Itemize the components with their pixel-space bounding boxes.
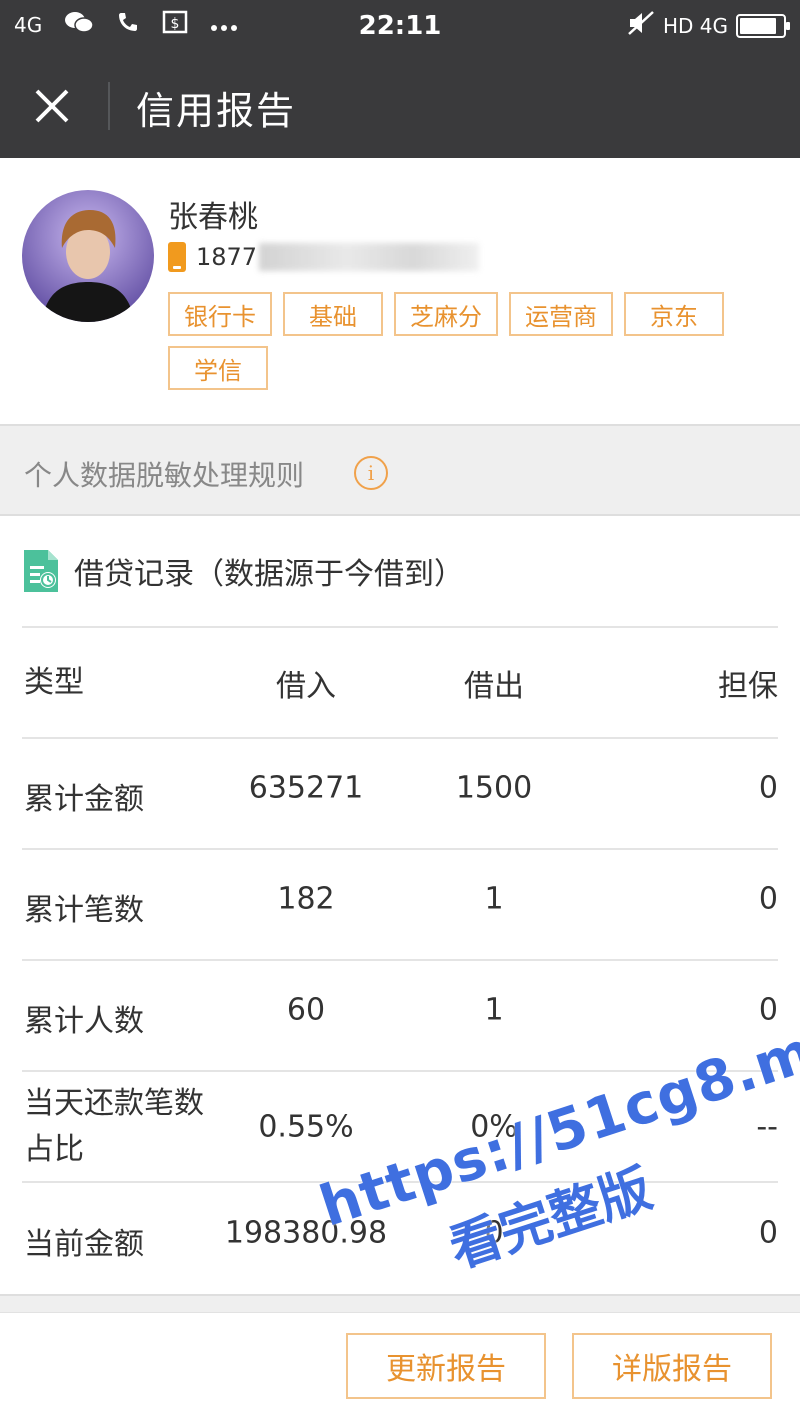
header-lend-out: 借出 bbox=[464, 668, 524, 704]
cell-guarantee: -- bbox=[756, 1109, 778, 1144]
phone-redacted bbox=[259, 243, 480, 271]
row-label: 累计金额 bbox=[24, 782, 144, 818]
close-icon bbox=[35, 89, 69, 123]
table-row: 当前金额 198380.98 0 0 bbox=[22, 1183, 778, 1294]
tag-education[interactable]: 学信 bbox=[168, 346, 268, 390]
tag-sesame-score[interactable]: 芝麻分 bbox=[394, 292, 498, 336]
table-row: 当天还款笔数占比 0.55% 0% -- bbox=[22, 1072, 778, 1183]
cell-guarantee: 0 bbox=[758, 770, 778, 806]
cell-lend-out: 0% bbox=[470, 1109, 518, 1144]
profile-card: 张春桃 1877 银行卡 基础 芝麻分 运营商 京东 学信 bbox=[0, 158, 800, 424]
cell-lend-out: 0 bbox=[484, 1215, 504, 1251]
row-label: 累计笔数 bbox=[24, 893, 144, 929]
cell-borrow-in: 60 bbox=[286, 992, 326, 1028]
tag-jd[interactable]: 京东 bbox=[624, 292, 724, 336]
bottom-separator bbox=[0, 1294, 800, 1312]
header-borrow-in: 借入 bbox=[276, 668, 336, 704]
nav-bar: 信用报告 bbox=[0, 52, 800, 158]
cell-lend-out: 1500 bbox=[455, 770, 533, 806]
nav-divider bbox=[108, 82, 110, 130]
tag-carrier[interactable]: 运营商 bbox=[509, 292, 613, 336]
user-name: 张春桃 bbox=[168, 200, 258, 235]
tag-list: 银行卡 基础 芝麻分 运营商 京东 学信 bbox=[168, 292, 728, 390]
privacy-rule-label: 个人数据脱敏处理规则 bbox=[24, 459, 305, 492]
table-row: 累计金额 635271 1500 0 bbox=[22, 739, 778, 850]
update-report-button[interactable]: 更新报告 bbox=[346, 1333, 546, 1399]
cell-lend-out: 1 bbox=[484, 881, 504, 917]
row-label: 当天还款笔数占比 bbox=[24, 1085, 204, 1167]
row-label: 当前金额 bbox=[24, 1227, 144, 1263]
page-title: 信用报告 bbox=[136, 89, 297, 133]
cell-guarantee: 0 bbox=[758, 881, 778, 917]
privacy-rule-bar[interactable]: 个人数据脱敏处理规则 i bbox=[0, 424, 800, 516]
cell-borrow-in: 182 bbox=[277, 881, 335, 917]
battery-icon bbox=[736, 13, 790, 38]
table-header: 类型 借入 借出 担保 bbox=[22, 628, 778, 739]
info-icon[interactable]: i bbox=[354, 456, 388, 490]
row-label: 累计人数 bbox=[24, 1004, 144, 1040]
document-clock-icon bbox=[24, 550, 58, 592]
phone-icon bbox=[168, 242, 186, 272]
cell-borrow-in: 0.55% bbox=[258, 1109, 354, 1144]
phone-row: 1877 bbox=[168, 242, 480, 272]
cell-borrow-in: 198380.98 bbox=[224, 1215, 388, 1251]
tag-bank-card[interactable]: 银行卡 bbox=[168, 292, 272, 336]
loan-records-section: 借贷记录（数据源于今借到） 类型 借入 借出 担保 累计金额 635271 15… bbox=[0, 516, 800, 1294]
bottom-action-bar: 更新报告 详版报告 bbox=[0, 1312, 800, 1422]
status-bar: 4G $ 22:11 HD 4G bbox=[0, 0, 800, 52]
section-header: 借贷记录（数据源于今借到） bbox=[22, 548, 464, 594]
detail-report-button[interactable]: 详版报告 bbox=[572, 1333, 772, 1399]
table-row: 累计笔数 182 1 0 bbox=[22, 850, 778, 961]
cell-lend-out: 1 bbox=[484, 992, 504, 1028]
table-row: 累计人数 60 1 0 bbox=[22, 961, 778, 1072]
avatar bbox=[22, 190, 154, 322]
loan-table: 类型 借入 借出 担保 累计金额 635271 1500 0 累计笔数 182 … bbox=[22, 628, 778, 1294]
tag-basic[interactable]: 基础 bbox=[283, 292, 383, 336]
battery-fill bbox=[740, 17, 776, 34]
cell-borrow-in: 635271 bbox=[248, 770, 364, 806]
header-type: 类型 bbox=[24, 664, 84, 700]
signal-type: HD 4G bbox=[662, 13, 728, 38]
cell-guarantee: 0 bbox=[758, 1215, 778, 1251]
mute-icon bbox=[627, 10, 655, 41]
phone-number: 1877 bbox=[196, 243, 258, 271]
section-title: 借贷记录（数据源于今借到） bbox=[74, 557, 464, 592]
close-button[interactable] bbox=[20, 74, 84, 138]
header-guarantee: 担保 bbox=[718, 668, 778, 704]
cell-guarantee: 0 bbox=[758, 992, 778, 1028]
